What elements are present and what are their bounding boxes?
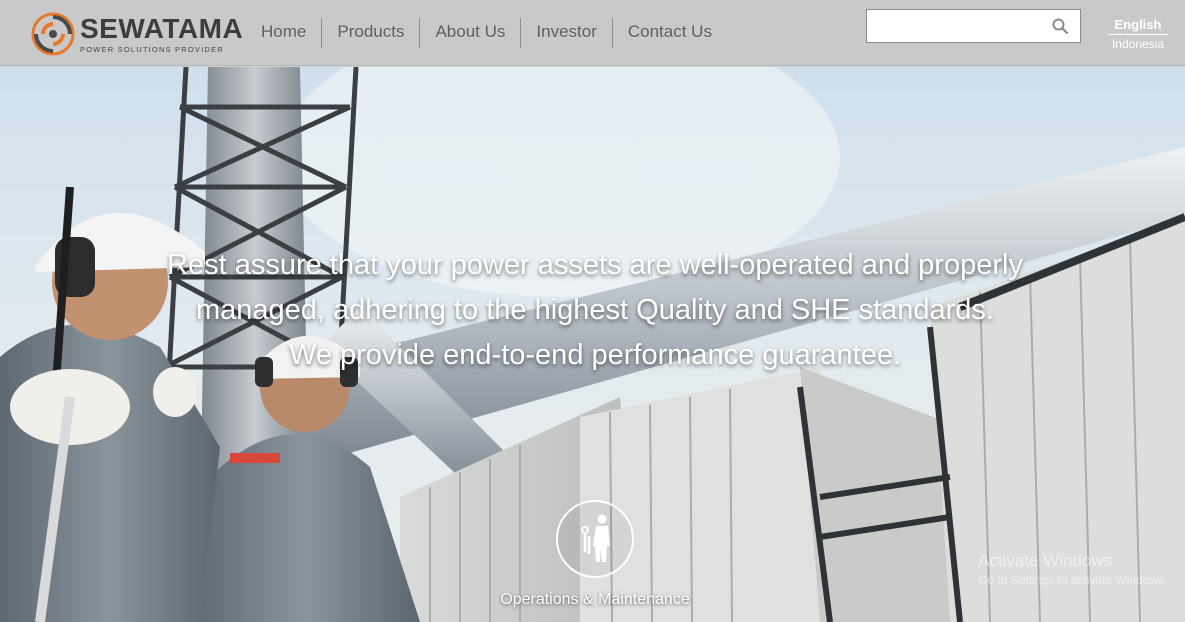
- site-header: SEWATAMA POWER SOLUTIONS PROVIDER Home P…: [0, 0, 1185, 66]
- nav-item-products[interactable]: Products: [321, 18, 419, 48]
- nav-item-investor[interactable]: Investor: [520, 18, 611, 48]
- nav-item-home[interactable]: Home: [246, 18, 321, 48]
- operations-maintenance-label[interactable]: Operations & Maintenance: [445, 591, 745, 609]
- nav-item-contact-us[interactable]: Contact Us: [611, 18, 727, 48]
- hero-headline: Rest assure that your power assets are w…: [100, 243, 1090, 378]
- language-english[interactable]: English: [1108, 17, 1168, 35]
- language-indonesia[interactable]: Indonesia: [1106, 37, 1170, 51]
- brand-logo[interactable]: SEWATAMA POWER SOLUTIONS PROVIDER: [30, 11, 243, 57]
- search-input[interactable]: [871, 14, 1047, 38]
- operations-maintenance-button[interactable]: [556, 500, 634, 578]
- headline-line-1: Rest assure that your power assets are w…: [167, 249, 1023, 281]
- headline-line-2: managed, adhering to the highest Quality…: [195, 294, 994, 326]
- language-switcher: English Indonesia: [1106, 17, 1170, 51]
- watermark-line-2: Go to Settings to activate Windows.: [978, 573, 1168, 587]
- watermark-line-1: Activate Windows: [978, 551, 1113, 570]
- brand-tagline: POWER SOLUTIONS PROVIDER: [80, 44, 224, 54]
- os-activation-watermark: Activate Windows Go to Settings to activ…: [978, 551, 1185, 587]
- brand-name: SEWATAMA: [80, 12, 244, 44]
- search-box: [866, 9, 1081, 43]
- headline-line-3: We provide end-to-end performance guaran…: [288, 339, 902, 371]
- worker-with-tools-icon: [581, 514, 610, 562]
- sewatama-logo-icon: [31, 12, 75, 56]
- nav-item-about-us[interactable]: About Us: [419, 18, 520, 48]
- hero-banner: Rest assure that your power assets are w…: [0, 67, 1185, 622]
- main-nav: Home Products About Us Investor Contact …: [246, 18, 727, 48]
- search-icon[interactable]: [1051, 17, 1069, 35]
- brand-text: SEWATAMA POWER SOLUTIONS PROVIDER: [80, 12, 244, 54]
